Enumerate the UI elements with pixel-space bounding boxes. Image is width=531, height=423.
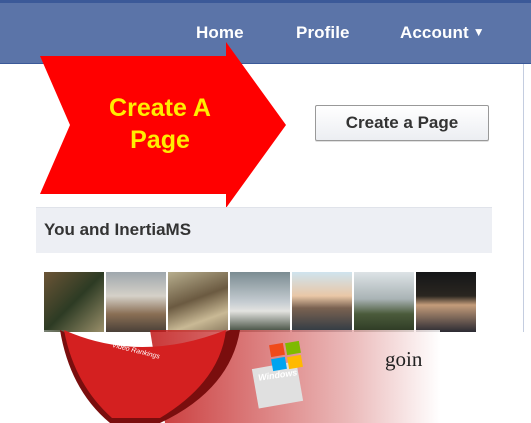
photo-thumbnail[interactable] <box>230 272 290 332</box>
photo-thumbnail[interactable] <box>44 272 104 332</box>
nav-profile-link[interactable]: Profile <box>296 23 350 43</box>
section-title: You and InertiaMS <box>44 220 192 239</box>
annotation-line-1: Create A <box>109 94 211 122</box>
photo-strip <box>44 272 476 332</box>
photo-thumbnail[interactable] <box>416 272 476 332</box>
content-border <box>523 64 524 332</box>
annotation-text: Create A Page <box>80 92 240 156</box>
caret-down-icon: ▼ <box>472 25 485 39</box>
you-and-inertiams-header: You and InertiaMS <box>36 207 492 253</box>
photo-thumbnail[interactable] <box>292 272 352 332</box>
trailing-text: goin <box>385 347 423 371</box>
nav-home-link[interactable]: Home <box>196 23 244 43</box>
photo-thumbnail[interactable] <box>168 272 228 332</box>
create-page-button[interactable]: Create a Page <box>315 105 489 141</box>
photo-thumbnail[interactable] <box>106 272 166 332</box>
photo-thumbnail[interactable] <box>354 272 414 332</box>
create-page-annotation-arrow: Create A Page <box>40 42 286 208</box>
annotation-line-2: Page <box>130 126 190 154</box>
nav-account-label: Account <box>400 23 469 42</box>
nav-account-menu[interactable]: Account ▼ <box>400 23 485 43</box>
software-box-overlay: Video Rankings Windows goin <box>0 330 531 423</box>
